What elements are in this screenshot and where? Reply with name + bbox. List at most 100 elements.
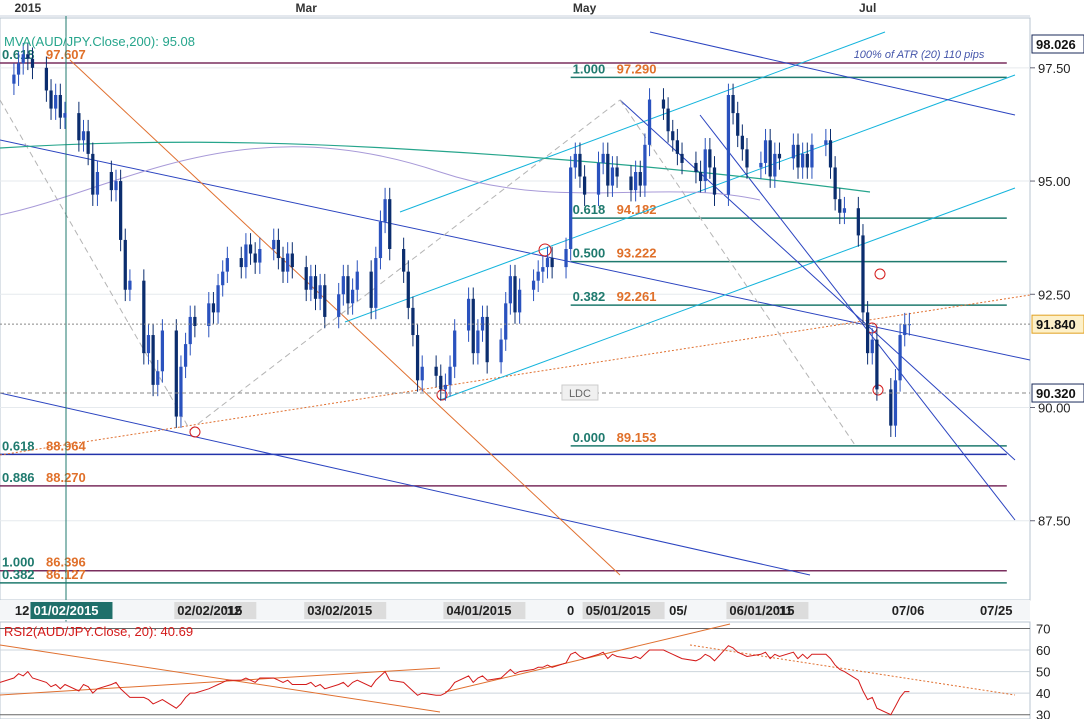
candle-body [810,144,814,168]
candle-body [309,276,313,290]
candle-body [731,94,735,114]
candle-body [861,235,865,313]
candle-body [508,276,512,304]
candle-body [30,58,35,68]
candle-body [318,285,322,299]
candle-body [355,271,359,290]
candle-body [513,276,517,313]
candle-body [123,239,127,290]
candle-body [434,366,438,376]
candle-body [703,149,707,182]
candle-body [875,339,879,390]
candle-body [63,113,67,118]
candle-body [109,171,113,191]
price-badge-label: 98.026 [1036,37,1076,52]
candle-body [856,208,860,236]
candle-body [471,298,475,354]
price-tick-label: 87.50 [1038,514,1071,529]
candle-body [453,330,457,367]
candle-body [476,330,480,354]
candle-body [313,276,318,299]
month-label: Jul [859,1,876,15]
fib-ratio-label: 0.886 [2,470,35,485]
fib-price-label: 92.261 [617,289,657,304]
candle-body [58,94,62,118]
candle-body [698,171,703,182]
fib-price-label: 89.153 [617,430,657,445]
candle-body [221,271,225,286]
fib-ratio-label: 0.618 [573,202,606,217]
candle-body [824,140,828,145]
candle-body [350,289,355,304]
rsi-tick-label: 70 [1036,621,1050,636]
date-axis: 12 01/02/2015 02/02/2015'12 03/02/2015 04/01… [0,600,1030,620]
candle-body [675,140,680,154]
candle-body [151,335,155,385]
candle-body [12,74,16,84]
fib-price-label: 93.222 [617,246,657,261]
candle-body [898,335,902,381]
candle-body [573,153,577,168]
candle-body [156,371,160,385]
date-label: 03/02/2015 [307,603,372,618]
candle-body [225,258,229,272]
candle-body [304,267,308,290]
candle-body [402,248,406,272]
fib-ratio-label: 0.382 [573,289,606,304]
price-badge-label: 91.840 [1036,317,1076,332]
candle-body [638,171,642,186]
candle-body [272,239,276,249]
candle-body [865,312,870,354]
candle-body [378,221,383,259]
candle-body [95,171,100,195]
candle-body [142,280,146,354]
candle-body [726,94,731,195]
candle-body [893,380,898,426]
candle-body [768,140,772,177]
candle-body [179,366,183,417]
candle-body [661,99,666,109]
price-tick-label: 92.50 [1038,287,1071,302]
date-label: 01/02/2015 [33,603,98,618]
candle-body [374,258,378,308]
candle-body [666,108,670,132]
candle-body [211,303,216,313]
candle-body [759,162,763,168]
candle-body [582,176,587,195]
month-label: May [573,1,597,15]
candle-body [828,140,833,168]
candle-body [889,389,893,426]
candle-body [634,171,638,191]
candle-body [369,271,373,308]
candle-body [383,199,387,222]
date-label: 05/ [669,603,687,618]
candle-body [346,276,350,304]
candle-body [244,244,248,268]
candle-body [323,285,327,317]
candle-body [146,335,151,354]
candle-body [550,258,554,268]
candle-body [536,271,540,281]
candle-body [54,94,58,109]
candle-body [801,153,805,168]
candle-body [26,54,30,59]
atr-annotation: 100% of ATR (20) 110 pips [854,49,985,61]
candle-body [49,90,53,109]
candle-body [21,54,25,64]
candle-body [439,375,443,390]
candle-body [239,258,243,268]
rsi-tick-label: 30 [1036,708,1050,719]
date-label: '11 [776,603,793,618]
candle-body [833,167,837,200]
candle-body [128,280,132,290]
candle-body [448,366,452,385]
date-label: 07/25 [980,603,1013,618]
candle-body [415,335,420,381]
candle-body [763,140,768,163]
candle-body [606,153,610,186]
candle-body [188,316,192,345]
candle-body [578,153,582,177]
fib-ratio-label: 0.500 [573,246,606,261]
rsi-tick-label: 50 [1036,665,1050,680]
fib-ratio-label: 0.618 [2,438,35,453]
